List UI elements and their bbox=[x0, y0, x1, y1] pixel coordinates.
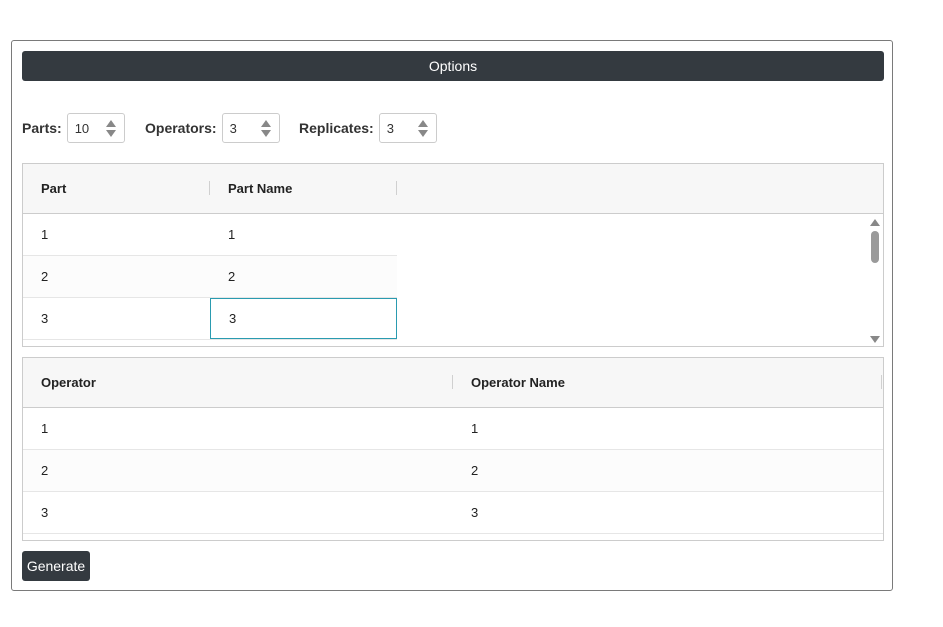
parts-label: Parts: bbox=[22, 120, 62, 136]
table-row[interactable]: 2 2 bbox=[23, 450, 883, 492]
column-header-part[interactable]: Part bbox=[41, 164, 66, 213]
parts-value[interactable]: 10 bbox=[75, 121, 89, 136]
table-row[interactable]: 3 3 bbox=[23, 492, 883, 534]
increment-icon[interactable] bbox=[260, 120, 271, 127]
parts-field: Parts: 10 bbox=[22, 112, 125, 144]
table-row[interactable]: 1 1 bbox=[23, 214, 397, 256]
parts-grid-header: Part Part Name bbox=[23, 164, 883, 214]
generate-button[interactable]: Generate bbox=[22, 551, 90, 581]
settings-row: Parts: 10 Operators: 3 Replicates: 3 bbox=[22, 112, 882, 144]
column-resize-handle[interactable] bbox=[881, 375, 882, 389]
column-resize-handle[interactable] bbox=[452, 375, 453, 389]
column-header-operator-name[interactable]: Operator Name bbox=[471, 358, 565, 407]
increment-icon[interactable] bbox=[417, 120, 428, 127]
table-row[interactable]: 1 1 bbox=[23, 408, 883, 450]
options-header[interactable]: Options bbox=[22, 51, 884, 81]
vertical-scrollbar[interactable] bbox=[867, 214, 883, 346]
table-row[interactable]: 3 3 bbox=[23, 298, 397, 340]
increment-icon[interactable] bbox=[105, 120, 116, 127]
part-cell[interactable]: 2 bbox=[41, 256, 48, 297]
decrement-icon[interactable] bbox=[260, 130, 271, 137]
decrement-icon[interactable] bbox=[105, 130, 116, 137]
replicates-field: Replicates: 3 bbox=[299, 112, 437, 144]
operator-cell[interactable]: 2 bbox=[41, 450, 48, 491]
column-header-operator[interactable]: Operator bbox=[41, 358, 96, 407]
part-cell[interactable]: 3 bbox=[41, 298, 48, 339]
part-name-cell-selected[interactable]: 3 bbox=[210, 298, 397, 339]
table-row[interactable]: 2 2 bbox=[23, 256, 397, 298]
parts-grid: Part Part Name 1 1 2 2 3 3 bbox=[22, 163, 884, 347]
operator-name-cell[interactable]: 1 bbox=[471, 408, 478, 449]
replicates-label: Replicates: bbox=[299, 120, 374, 136]
operator-cell[interactable]: 1 bbox=[41, 408, 48, 449]
parts-spinner[interactable]: 10 bbox=[66, 113, 125, 143]
decrement-icon[interactable] bbox=[417, 130, 428, 137]
operators-grid-header: Operator Operator Name bbox=[23, 358, 883, 408]
operators-grid: Operator Operator Name 1 1 2 2 3 3 bbox=[22, 357, 884, 541]
scroll-down-icon[interactable] bbox=[870, 336, 880, 343]
operators-label: Operators: bbox=[145, 120, 217, 136]
scroll-up-icon[interactable] bbox=[870, 219, 880, 226]
operators-field: Operators: 3 bbox=[145, 112, 280, 144]
replicates-value[interactable]: 3 bbox=[387, 121, 394, 136]
part-name-cell[interactable]: 1 bbox=[228, 214, 235, 255]
operators-spinner[interactable]: 3 bbox=[221, 113, 280, 143]
scroll-thumb[interactable] bbox=[871, 231, 879, 263]
operators-value[interactable]: 3 bbox=[230, 121, 237, 136]
operator-name-cell[interactable]: 3 bbox=[471, 492, 478, 533]
column-resize-handle[interactable] bbox=[209, 181, 210, 195]
operator-cell[interactable]: 3 bbox=[41, 492, 48, 533]
column-header-part-name[interactable]: Part Name bbox=[228, 164, 292, 213]
column-resize-handle[interactable] bbox=[396, 181, 397, 195]
part-cell[interactable]: 1 bbox=[41, 214, 48, 255]
replicates-spinner[interactable]: 3 bbox=[378, 113, 437, 143]
options-panel: Options Parts: 10 Operators: 3 Replicate… bbox=[11, 40, 893, 591]
operator-name-cell[interactable]: 2 bbox=[471, 450, 478, 491]
part-name-cell[interactable]: 2 bbox=[228, 256, 235, 297]
